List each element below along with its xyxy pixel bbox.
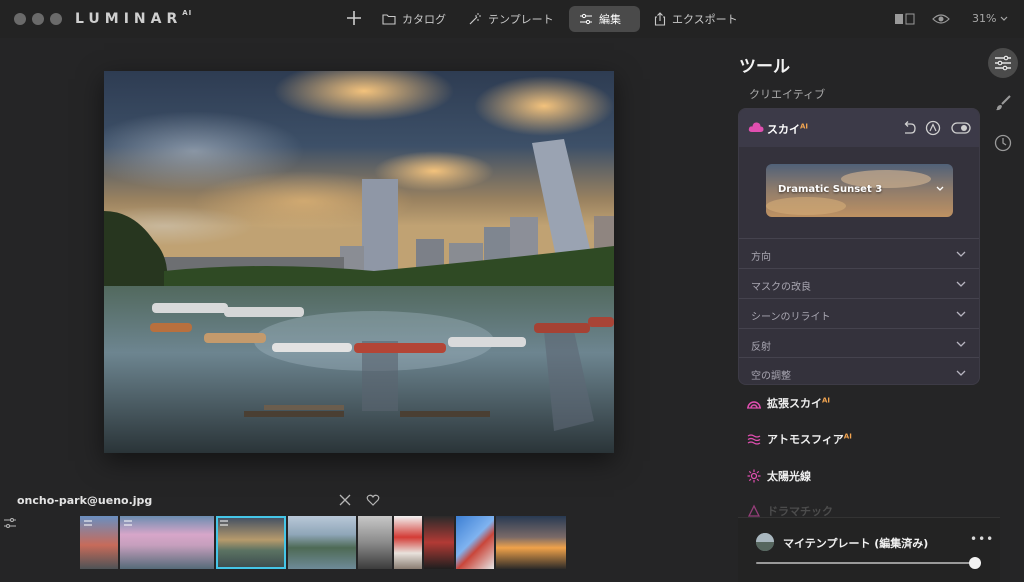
- tool-augmented-sky[interactable]: 拡張スカイAI: [747, 394, 830, 412]
- accordion-label: 方向: [751, 252, 771, 263]
- sky-tool-header[interactable]: スカイAI: [739, 109, 979, 147]
- file-name: oncho-park@ueno.jpg: [17, 494, 153, 507]
- template-amount-slider-handle[interactable]: [969, 557, 981, 569]
- tool-label: 太陽光線: [767, 470, 811, 483]
- sky-preset-dropdown[interactable]: Dramatic Sunset 3: [766, 164, 953, 217]
- share-icon: [654, 12, 666, 26]
- accordion-label: 反射: [751, 342, 771, 353]
- chevron-down-icon: [936, 186, 944, 191]
- accordion-label: シーンのリライト: [751, 312, 831, 323]
- clock-icon: [994, 134, 1012, 152]
- sky-preset-label: Dramatic Sunset 3: [778, 184, 883, 195]
- thumbnail[interactable]: [456, 516, 494, 569]
- filmstrip: [80, 516, 574, 569]
- sky-tool-card: スカイAI Dramatic Sunset 3 方向 マスクの改良 シーンのリラ…: [738, 108, 980, 385]
- thumbnail[interactable]: [424, 516, 454, 569]
- tool-label: 拡張スカイAI: [767, 396, 831, 410]
- app-logo: LUMINARAI: [75, 9, 193, 27]
- chevron-down-icon: [1001, 16, 1008, 21]
- eye-icon[interactable]: [932, 11, 950, 27]
- accordion-mask-refinement[interactable]: マスクの改良: [739, 268, 979, 298]
- zoom-dropdown[interactable]: 31%: [972, 12, 1008, 25]
- close-icon[interactable]: [338, 493, 352, 507]
- tools-title: ツール: [739, 57, 790, 77]
- chevron-down-icon: [956, 341, 966, 347]
- template-bar: マイテンプレート (編集済み) •••: [738, 517, 1000, 582]
- thumbnail-selected[interactable]: [216, 516, 286, 569]
- chevron-down-icon: [956, 281, 966, 287]
- window-close-button[interactable]: [14, 13, 26, 25]
- add-photos-icon[interactable]: [344, 8, 364, 28]
- tool-atmosphere[interactable]: アトモスフィアAI: [747, 430, 852, 448]
- sliders-icon: [580, 13, 592, 25]
- adjustments-icon[interactable]: [3, 517, 17, 529]
- dramatic-icon: [747, 504, 761, 517]
- tools-panel-button[interactable]: [988, 48, 1018, 78]
- template-name: マイテンプレート (編集済み): [783, 537, 929, 550]
- compare-icon[interactable]: [894, 12, 916, 26]
- main-photo[interactable]: [104, 71, 614, 453]
- zoom-value: 31%: [972, 12, 997, 25]
- accordion-scene-relight[interactable]: シーンのリライト: [739, 298, 979, 328]
- section-creative: クリエイティブ: [749, 88, 826, 101]
- accordion-orientation[interactable]: 方向: [739, 238, 979, 268]
- template-thumbnail-image: [756, 533, 774, 551]
- photo-canvas: [104, 71, 614, 453]
- thumbnail[interactable]: [496, 516, 566, 569]
- magic-wand-icon: [469, 13, 481, 25]
- tab-catalog-label: カタログ: [402, 13, 446, 26]
- thumbnail[interactable]: [288, 516, 356, 569]
- sky-tool-label: スカイAI: [767, 122, 809, 136]
- top-bar: LUMINARAI カタログ テンプレート 編集 エクスポート 31%: [0, 0, 1024, 38]
- tab-edit-label: 編集: [599, 13, 621, 26]
- accordion-label: マスクの改良: [751, 282, 811, 293]
- accordion-sky-adjustments[interactable]: 空の調整: [739, 357, 979, 384]
- edited-badge-icon: [124, 520, 132, 526]
- augmented-sky-icon: [747, 401, 761, 409]
- visibility-toggle-icon[interactable]: [951, 120, 971, 136]
- tab-edit[interactable]: 編集: [569, 6, 640, 32]
- tab-catalog[interactable]: カタログ: [372, 6, 456, 32]
- window-zoom-button[interactable]: [50, 13, 62, 25]
- ai-mask-icon[interactable]: [925, 120, 941, 136]
- template-amount-slider[interactable]: [756, 562, 976, 564]
- thumbnail[interactable]: [394, 516, 422, 569]
- tab-export[interactable]: エクスポート: [644, 6, 748, 32]
- template-thumbnail: [756, 533, 774, 551]
- tab-templates[interactable]: テンプレート: [458, 6, 564, 32]
- thumbnail[interactable]: [80, 516, 118, 569]
- folder-icon: [382, 14, 396, 25]
- cloud-icon: [748, 122, 764, 132]
- accordion-label: 空の調整: [751, 371, 791, 382]
- thumbnail[interactable]: [120, 516, 214, 569]
- chevron-down-icon: [956, 311, 966, 317]
- history-panel-button[interactable]: [988, 128, 1018, 158]
- accordion-reflection[interactable]: 反射: [739, 328, 979, 358]
- brush-panel-button[interactable]: [988, 88, 1018, 118]
- heart-icon[interactable]: [366, 493, 380, 507]
- chevron-down-icon: [956, 251, 966, 257]
- more-options-button[interactable]: •••: [970, 532, 994, 546]
- chevron-down-icon: [956, 370, 966, 376]
- atmosphere-icon: [747, 434, 761, 445]
- edited-badge-icon: [84, 520, 92, 526]
- window-minimize-button[interactable]: [32, 13, 44, 25]
- thumbnail[interactable]: [358, 516, 392, 569]
- brush-icon: [996, 95, 1011, 111]
- undo-icon[interactable]: [901, 120, 917, 136]
- tab-templates-label: テンプレート: [488, 13, 554, 26]
- tool-sunrays[interactable]: 太陽光線: [747, 467, 811, 485]
- tab-export-label: エクスポート: [672, 13, 738, 26]
- tool-label: アトモスフィアAI: [767, 432, 852, 446]
- sunrays-icon: [747, 469, 761, 483]
- sliders-icon: [995, 55, 1011, 71]
- edited-badge-icon: [220, 520, 228, 526]
